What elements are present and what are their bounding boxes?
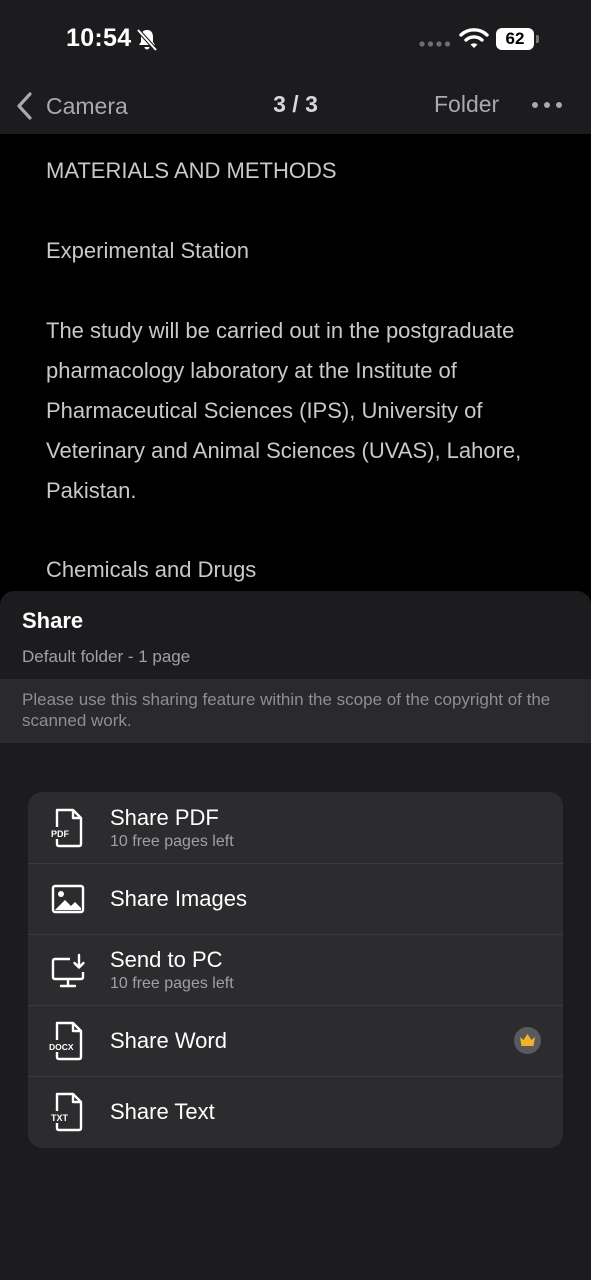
page-indicator: 3 / 3 xyxy=(273,91,318,117)
status-bar: 10:54 62 xyxy=(0,0,591,80)
copyright-notice: Please use this sharing feature within t… xyxy=(0,679,591,743)
option-label: Send to PC xyxy=(110,947,223,972)
status-time: 10:54 xyxy=(66,24,132,52)
battery-icon: 62 xyxy=(496,28,540,50)
option-label: Share Text xyxy=(110,1099,215,1124)
svg-text:TXT: TXT xyxy=(51,1113,69,1123)
option-label: Share PDF xyxy=(110,805,219,830)
folder-button[interactable]: Folder xyxy=(434,91,499,118)
share-text-option[interactable]: TXT Share Text xyxy=(28,1076,563,1147)
share-sheet: Share Default folder - 1 page Please use… xyxy=(0,591,591,1280)
battery-cap xyxy=(536,35,539,43)
docx-file-icon: DOCX xyxy=(48,1021,83,1061)
image-icon xyxy=(51,884,85,914)
txt-file-icon: TXT xyxy=(49,1092,83,1132)
svg-text:PDF: PDF xyxy=(51,829,70,839)
share-images-option[interactable]: Share Images xyxy=(28,863,563,934)
option-label: Share Images xyxy=(110,886,247,911)
more-options-icon[interactable] xyxy=(530,100,564,110)
svg-text:DOCX: DOCX xyxy=(49,1042,74,1052)
cellular-signal-icon xyxy=(419,41,451,47)
doc-paragraph: The study will be carried out in the pos… xyxy=(46,318,522,503)
doc-subheading-2: Chemicals and Drugs xyxy=(46,557,257,582)
share-pdf-option[interactable]: PDF Share PDF 10 free pages left xyxy=(28,792,563,863)
nav-bar: Camera 3 / 3 Folder xyxy=(0,80,591,134)
notice-text: Please use this sharing feature within t… xyxy=(22,690,551,730)
silent-bell-icon xyxy=(136,28,158,52)
sheet-title: Share xyxy=(22,608,84,633)
send-to-pc-option[interactable]: Send to PC 10 free pages left xyxy=(28,934,563,1005)
option-note: 10 free pages left xyxy=(110,975,234,992)
doc-subheading: Experimental Station xyxy=(46,238,249,263)
monitor-download-icon xyxy=(51,953,85,988)
share-word-option[interactable]: DOCX Share Word xyxy=(28,1005,563,1076)
pdf-file-icon: PDF xyxy=(49,808,83,848)
share-options-list: PDF Share PDF 10 free pages left Share I… xyxy=(28,792,563,1148)
wifi-icon xyxy=(459,28,489,48)
sheet-subtitle: Default folder - 1 page xyxy=(22,647,191,666)
battery-level: 62 xyxy=(496,28,534,50)
doc-heading: MATERIALS AND METHODS xyxy=(46,158,337,183)
document-text-view: MATERIALS AND METHODS Experimental Stati… xyxy=(0,134,591,594)
option-label: Share Word xyxy=(110,1028,227,1053)
premium-crown-icon xyxy=(514,1027,541,1054)
option-note: 10 free pages left xyxy=(110,833,234,850)
